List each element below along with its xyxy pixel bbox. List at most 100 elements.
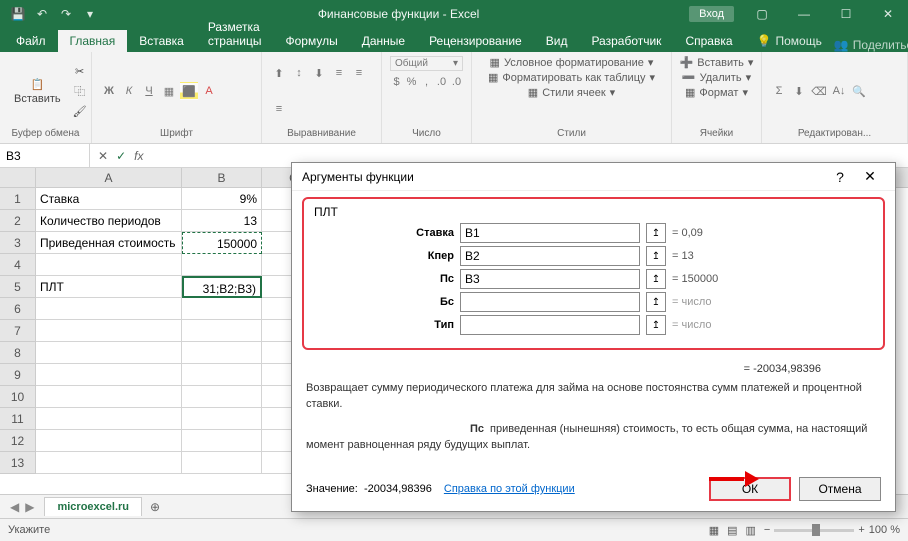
range-selector-icon[interactable]: ↥ bbox=[646, 246, 666, 266]
format-as-table-button[interactable]: ▦Форматировать как таблицу ▾ bbox=[488, 71, 655, 84]
zoom-level[interactable]: 100 % bbox=[869, 524, 900, 536]
cell-A1[interactable]: Ставка bbox=[36, 188, 182, 210]
cell-A8[interactable] bbox=[36, 342, 182, 364]
align-mid-icon[interactable]: ↕ bbox=[290, 64, 308, 82]
qat-dropdown-icon[interactable]: ▾ bbox=[80, 4, 100, 24]
row-header[interactable]: 13 bbox=[0, 452, 36, 474]
format-painter-icon[interactable]: 🖌 bbox=[71, 102, 89, 120]
range-selector-icon[interactable]: ↥ bbox=[646, 223, 666, 243]
cell-A5[interactable]: ПЛТ bbox=[36, 276, 182, 298]
row-header[interactable]: 5 bbox=[0, 276, 36, 298]
cell-B1[interactable]: 9% bbox=[182, 188, 262, 210]
login-button[interactable]: Вход bbox=[689, 6, 734, 22]
number-format-dropdown[interactable]: Общий▾ bbox=[390, 56, 463, 71]
cell-B11[interactable] bbox=[182, 408, 262, 430]
cell-B12[interactable] bbox=[182, 430, 262, 452]
cell-styles-button[interactable]: ▦Стили ячеек ▾ bbox=[528, 86, 615, 99]
dialog-help-icon[interactable]: ? bbox=[825, 169, 855, 185]
cell-B2[interactable]: 13 bbox=[182, 210, 262, 232]
save-icon[interactable]: 💾 bbox=[8, 4, 28, 24]
paste-button[interactable]: 📋Вставить bbox=[8, 76, 67, 107]
view-normal-icon[interactable]: ▦ bbox=[709, 524, 719, 537]
row-header[interactable]: 4 bbox=[0, 254, 36, 276]
arg-input-Пс[interactable] bbox=[460, 269, 640, 289]
comma-icon[interactable]: , bbox=[420, 73, 433, 91]
row-header[interactable]: 6 bbox=[0, 298, 36, 320]
minimize-icon[interactable]: ― bbox=[784, 0, 824, 28]
cell-A3[interactable]: Приведенная стоимость bbox=[36, 232, 182, 254]
new-sheet-icon[interactable]: ⊕ bbox=[142, 500, 168, 514]
cell-B13[interactable] bbox=[182, 452, 262, 474]
zoom-slider[interactable] bbox=[774, 529, 854, 532]
tell-me[interactable]: 💡Помощь bbox=[745, 30, 834, 52]
zoom-in-icon[interactable]: + bbox=[858, 524, 864, 536]
align-center-icon[interactable]: ≡ bbox=[350, 64, 368, 82]
cell-B5[interactable]: 31;B2;B3) bbox=[182, 276, 262, 298]
align-top-icon[interactable]: ⬆ bbox=[270, 64, 288, 82]
row-header[interactable]: 8 bbox=[0, 342, 36, 364]
name-box[interactable]: B3 bbox=[0, 144, 90, 167]
select-all-corner[interactable] bbox=[0, 168, 36, 188]
border-button[interactable]: ▦ bbox=[160, 82, 178, 100]
cell-B9[interactable] bbox=[182, 364, 262, 386]
arg-input-Бс[interactable] bbox=[460, 292, 640, 312]
close-icon[interactable]: ✕ bbox=[868, 0, 908, 28]
range-selector-icon[interactable]: ↥ bbox=[646, 292, 666, 312]
align-left-icon[interactable]: ≡ bbox=[330, 64, 348, 82]
share-button[interactable]: 👥Поделиться bbox=[834, 38, 908, 52]
find-icon[interactable]: 🔍 bbox=[850, 82, 868, 100]
row-header[interactable]: 12 bbox=[0, 430, 36, 452]
zoom-out-icon[interactable]: − bbox=[764, 524, 770, 536]
cell-B10[interactable] bbox=[182, 386, 262, 408]
fill-icon[interactable]: ⬇ bbox=[790, 82, 808, 100]
sort-icon[interactable]: A↓ bbox=[830, 82, 848, 100]
tab-developer[interactable]: Разработчик bbox=[579, 30, 673, 52]
insert-cells-button[interactable]: ➕Вставить ▾ bbox=[680, 56, 754, 69]
sheet-prev-icon[interactable]: ◀ bbox=[10, 500, 19, 514]
arg-input-Кпер[interactable] bbox=[460, 246, 640, 266]
dec-inc-icon[interactable]: .0 bbox=[435, 73, 448, 91]
sheet-next-icon[interactable]: ▶ bbox=[25, 500, 34, 514]
column-header[interactable]: B bbox=[182, 168, 262, 187]
row-header[interactable]: 9 bbox=[0, 364, 36, 386]
tab-file[interactable]: Файл bbox=[4, 30, 58, 52]
arg-input-Ставка[interactable] bbox=[460, 223, 640, 243]
dec-dec-icon[interactable]: .0 bbox=[450, 73, 463, 91]
cell-B6[interactable] bbox=[182, 298, 262, 320]
align-right-icon[interactable]: ≡ bbox=[270, 100, 288, 118]
cell-A9[interactable] bbox=[36, 364, 182, 386]
undo-icon[interactable]: ↶ bbox=[32, 4, 52, 24]
tab-home[interactable]: Главная bbox=[58, 30, 128, 52]
dialog-close-icon[interactable]: ✕ bbox=[855, 168, 885, 185]
range-selector-icon[interactable]: ↥ bbox=[646, 269, 666, 289]
row-header[interactable]: 7 bbox=[0, 320, 36, 342]
percent-icon[interactable]: % bbox=[405, 73, 418, 91]
cell-B4[interactable] bbox=[182, 254, 262, 276]
cell-B8[interactable] bbox=[182, 342, 262, 364]
delete-cells-button[interactable]: ➖Удалить ▾ bbox=[682, 71, 751, 84]
cell-A10[interactable] bbox=[36, 386, 182, 408]
fill-color-button[interactable]: ⬛ bbox=[180, 82, 198, 100]
maximize-icon[interactable]: ☐ bbox=[826, 0, 866, 28]
cancel-button[interactable]: Отмена bbox=[799, 477, 881, 501]
conditional-formatting-button[interactable]: ▦Условное форматирование ▾ bbox=[490, 56, 654, 69]
cell-A4[interactable] bbox=[36, 254, 182, 276]
tab-review[interactable]: Рецензирование bbox=[417, 30, 534, 52]
cell-A11[interactable] bbox=[36, 408, 182, 430]
tab-help[interactable]: Справка bbox=[673, 30, 744, 52]
row-header[interactable]: 1 bbox=[0, 188, 36, 210]
arg-input-Тип[interactable] bbox=[460, 315, 640, 335]
cut-icon[interactable]: ✂ bbox=[71, 62, 89, 80]
sheet-tab[interactable]: microexcel.ru bbox=[44, 497, 142, 516]
row-header[interactable]: 10 bbox=[0, 386, 36, 408]
enter-formula-icon[interactable]: ✓ bbox=[116, 149, 126, 163]
cell-A2[interactable]: Количество периодов bbox=[36, 210, 182, 232]
tab-data[interactable]: Данные bbox=[350, 30, 417, 52]
view-break-icon[interactable]: ▥ bbox=[746, 524, 756, 537]
underline-button[interactable]: Ч bbox=[140, 82, 158, 100]
format-cells-button[interactable]: ▦Формат ▾ bbox=[685, 86, 748, 99]
view-layout-icon[interactable]: ▤ bbox=[727, 524, 737, 537]
currency-icon[interactable]: $ bbox=[390, 73, 403, 91]
cell-A13[interactable] bbox=[36, 452, 182, 474]
italic-button[interactable]: К bbox=[120, 82, 138, 100]
